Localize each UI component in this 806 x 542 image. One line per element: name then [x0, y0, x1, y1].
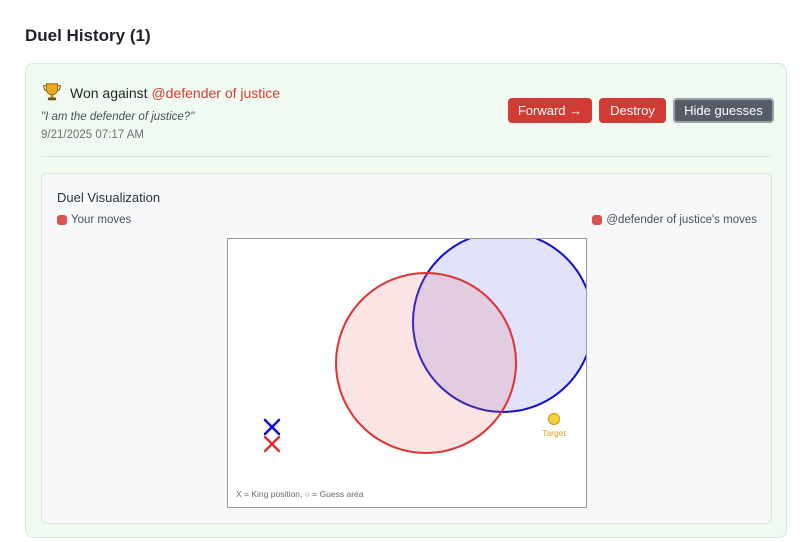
trophy-icon	[43, 83, 61, 101]
board-legend-note: X = King position, ○ = Guess area	[236, 489, 364, 499]
duel-card: Won against @defender of justice "I am t…	[25, 63, 787, 538]
duel-visualization-panel: Duel Visualization Your moves @defender …	[41, 173, 772, 524]
legend-opponent-moves-label: @defender of justice's moves	[606, 214, 757, 226]
opponent-king-marker	[263, 418, 281, 436]
legend-opponent-moves: @defender of justice's moves	[592, 214, 757, 226]
duel-timestamp: 9/21/2025 07:17 AM	[41, 129, 144, 141]
duel-quote: "I am the defender of justice?"	[41, 111, 195, 123]
your-guess-area	[335, 272, 517, 454]
target-marker	[547, 412, 561, 426]
opponent-moves-swatch	[592, 215, 603, 225]
duel-board[interactable]: Target X = King position, ○ = Guess area	[227, 238, 587, 508]
result-text: Won against	[70, 85, 148, 101]
forward-button[interactable]: Forward →	[508, 98, 592, 123]
your-moves-swatch	[57, 215, 67, 225]
hide-guesses-button[interactable]: Hide guesses	[673, 98, 774, 123]
duel-board-canvas: Target	[263, 239, 586, 454]
your-king-marker	[263, 435, 281, 453]
visualization-title: Duel Visualization	[57, 190, 161, 205]
target-label: Target	[542, 428, 566, 438]
legend-your-moves: Your moves	[57, 214, 131, 226]
duel-result: Won against @defender of justice	[70, 85, 280, 101]
legend-your-moves-label: Your moves	[71, 214, 132, 226]
section-title: Duel History (1)	[25, 26, 151, 45]
opponent-link[interactable]: @defender of justice	[151, 85, 280, 101]
destroy-button[interactable]: Destroy	[599, 98, 666, 123]
divider	[41, 156, 772, 157]
